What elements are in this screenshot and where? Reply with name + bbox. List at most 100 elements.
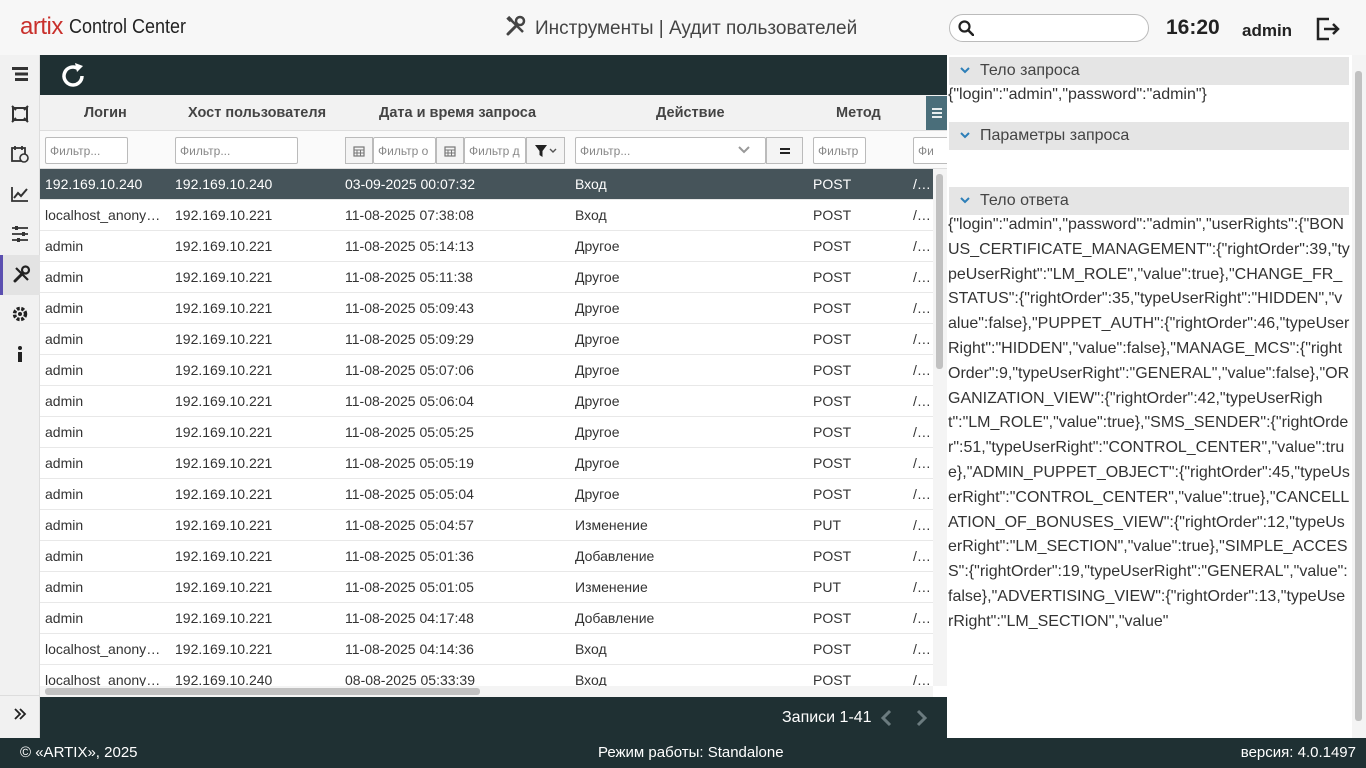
cell-method: POST <box>813 548 852 564</box>
scroll-thumb[interactable] <box>936 174 943 369</box>
sidebar-item-settings-sliders[interactable] <box>0 215 40 255</box>
table-row[interactable]: localhost_anonymous 192.169.10.240 08-08-2… <box>40 665 933 686</box>
table-row[interactable]: admin 192.169.10.221 11-08-2025 05:09:43 Др… <box>40 293 933 324</box>
sidebar-item-tree[interactable] <box>0 55 40 95</box>
sidebar-item-tools[interactable] <box>0 255 40 295</box>
table-row[interactable]: admin 192.169.10.221 11-08-2025 05:06:04 Др… <box>40 386 933 417</box>
sliders-icon <box>11 225 29 246</box>
response-body-section-header[interactable]: Тело ответа <box>949 187 1349 215</box>
table-row[interactable]: admin 192.169.10.221 11-08-2025 05:01:05 Из… <box>40 572 933 603</box>
sidebar-item-frame[interactable] <box>0 95 40 135</box>
column-header-action[interactable]: Действие <box>656 105 725 121</box>
cell-host: 192.169.10.240 <box>175 672 273 686</box>
column-menu-button[interactable] <box>926 96 947 130</box>
tree-icon <box>11 65 29 86</box>
prev-page-button[interactable] <box>878 709 896 730</box>
cell-method: POST <box>813 207 852 223</box>
cell-path: /CS <box>913 455 933 471</box>
chevron-right-icon <box>916 709 928 727</box>
cell-host: 192.169.10.221 <box>175 300 273 316</box>
cell-datetime: 11-08-2025 05:01:36 <box>345 548 474 564</box>
table-row[interactable]: admin 192.169.10.221 11-08-2025 05:04:57 Из… <box>40 510 933 541</box>
sidebar-item-info[interactable] <box>0 335 40 375</box>
current-user[interactable]: admin <box>1242 21 1292 41</box>
cell-datetime: 03-09-2025 00:07:32 <box>345 176 475 192</box>
table-row[interactable]: 192.169.10.240 192.169.10.240 03-09-2025 0… <box>40 169 933 200</box>
table-vertical-scrollbar[interactable] <box>933 169 947 686</box>
refresh-button[interactable] <box>58 61 88 91</box>
filter-date-to[interactable]: Фильтр д <box>464 137 526 164</box>
request-body-section-header[interactable]: Тело запроса <box>949 57 1349 85</box>
table-row[interactable]: admin 192.169.10.221 11-08-2025 05:05:19 Др… <box>40 448 933 479</box>
cell-action: Добавление <box>575 548 655 564</box>
scroll-thumb[interactable] <box>45 688 480 695</box>
cell-method: POST <box>813 672 852 686</box>
page-title-group: Инструменты | Аудит пользователей <box>505 15 857 43</box>
cell-action: Вход <box>575 176 607 192</box>
table-row[interactable]: localhost_anonymous 192.169.10.221 11-08-2… <box>40 200 933 231</box>
sidebar-item-reports[interactable] <box>0 175 40 215</box>
cell-host: 192.169.10.221 <box>175 207 273 223</box>
table-horizontal-scrollbar[interactable] <box>40 686 933 697</box>
table-row[interactable]: admin 192.169.10.221 11-08-2025 05:09:29 Др… <box>40 324 933 355</box>
cell-action: Вход <box>575 641 607 657</box>
filter-method[interactable]: Фильтр <box>813 137 866 164</box>
cell-path: /CS <box>913 393 933 409</box>
table-row[interactable]: admin 192.169.10.221 11-08-2025 04:17:48 До… <box>40 603 933 634</box>
column-header-datetime[interactable]: Дата и время запроса <box>379 105 536 121</box>
table-row[interactable]: admin 192.169.10.221 11-08-2025 05:01:36 До… <box>40 541 933 572</box>
chevron-down-icon <box>959 63 971 81</box>
table-row[interactable]: localhost_anonymous 192.169.10.221 11-08-2… <box>40 634 933 665</box>
sidebar-item-schedule[interactable] <box>0 135 40 175</box>
cell-datetime: 11-08-2025 07:38:08 <box>345 207 474 223</box>
details-scrollbar[interactable] <box>1352 55 1366 738</box>
column-header-host[interactable]: Хост пользователя <box>188 105 326 121</box>
refresh-icon <box>62 63 84 87</box>
table-row[interactable]: admin 192.169.10.221 11-08-2025 05:07:06 Др… <box>40 355 933 386</box>
table-row[interactable]: admin 192.169.10.221 11-08-2025 05:05:04 Др… <box>40 479 933 510</box>
filter-login[interactable]: Фильтр... <box>45 137 128 164</box>
next-page-button[interactable] <box>912 709 930 730</box>
logo[interactable]: artix Control Center <box>20 10 199 44</box>
action-operator-button[interactable] <box>766 137 803 164</box>
app-header: artix Control Center Инструменты | Аудит… <box>0 0 1366 55</box>
tools-icon <box>13 264 31 286</box>
filter-path[interactable]: Фи <box>913 137 947 164</box>
filter-date-from[interactable]: Фильтр о <box>373 137 436 164</box>
chevron-down-icon[interactable] <box>736 143 752 160</box>
date-from-calendar[interactable] <box>345 137 373 164</box>
section-title: Параметры запроса <box>980 127 1130 144</box>
sidebar-item-settings[interactable] <box>0 295 40 335</box>
filter-host[interactable]: Фильтр... <box>175 137 298 164</box>
cell-datetime: 11-08-2025 05:09:29 <box>345 331 474 347</box>
cell-action: Другое <box>575 238 620 254</box>
logout-icon[interactable] <box>1315 16 1341 45</box>
request-params-section-header[interactable]: Параметры запроса <box>949 122 1349 150</box>
search-box[interactable] <box>949 14 1149 42</box>
pagination-bar: Записи 1-41 <box>40 697 947 738</box>
cell-host: 192.169.10.221 <box>175 610 273 626</box>
details-panel: Тело запроса {"login":"admin","password"… <box>947 55 1352 738</box>
filter-row: Фильтр... Фильтр... Фильтр о Фильтр д Фи… <box>40 131 947 169</box>
cell-login: admin <box>45 517 84 533</box>
cell-path: /CS <box>913 579 933 595</box>
column-header-login[interactable]: Логин <box>84 105 127 121</box>
date-to-calendar[interactable] <box>436 137 464 164</box>
scroll-thumb[interactable] <box>1355 71 1362 721</box>
cell-action: Другое <box>575 455 620 471</box>
cell-login: admin <box>45 269 84 285</box>
frame-icon <box>11 104 29 126</box>
cell-method: POST <box>813 238 852 254</box>
table-row[interactable]: admin 192.169.10.221 11-08-2025 05:05:25 Др… <box>40 417 933 448</box>
request-params-content <box>948 150 1350 185</box>
date-filter-mode-button[interactable] <box>526 137 565 164</box>
table-row[interactable]: admin 192.169.10.221 11-08-2025 05:11:38 Др… <box>40 262 933 293</box>
table-row[interactable]: admin 192.169.10.221 11-08-2025 05:14:13 Др… <box>40 231 933 262</box>
search-input[interactable] <box>980 19 1140 37</box>
app-footer: © «ARTIX», 2025 Режим работы: Standalone… <box>0 738 1366 768</box>
column-header-method[interactable]: Метод <box>836 105 881 121</box>
cell-path: /CS <box>913 486 933 502</box>
sidebar <box>0 55 40 738</box>
sidebar-expand[interactable] <box>0 695 40 735</box>
section-title: Тело ответа <box>980 192 1069 209</box>
